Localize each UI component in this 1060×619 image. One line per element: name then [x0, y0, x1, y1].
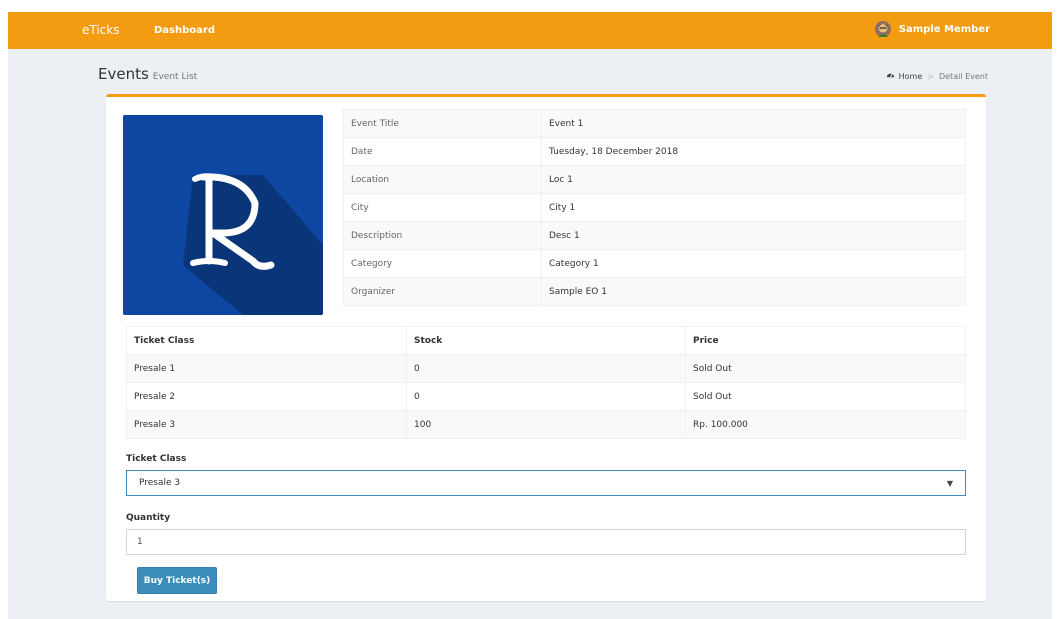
ticket-table: Ticket Class Stock Price Presale 1 0 Sol… — [126, 326, 966, 439]
detail-label: Location — [343, 165, 542, 194]
nav-dashboard-link[interactable]: Dashboard — [154, 25, 215, 36]
detail-value: City 1 — [541, 193, 966, 222]
table-row: Presale 2 0 Sold Out — [126, 382, 966, 411]
top-navbar: eTicks Dashboard Sample Member — [8, 12, 1052, 49]
detail-value: Tuesday, 18 December 2018 — [541, 137, 966, 166]
price-cell: Sold Out — [685, 382, 966, 411]
ticket-class-cell: Presale 3 — [126, 410, 407, 439]
detail-label: Date — [343, 137, 542, 166]
price-cell: Sold Out — [685, 354, 966, 383]
page-title: Events Event List — [98, 65, 197, 83]
event-detail-box: Event Title Event 1 Date Tuesday, 18 Dec… — [106, 94, 986, 601]
user-avatar-icon — [874, 21, 891, 37]
detail-row: Location Loc 1 — [343, 165, 966, 194]
column-header-price: Price — [685, 326, 966, 355]
quantity-input[interactable]: 1 — [126, 529, 966, 555]
stock-cell: 100 — [406, 410, 686, 439]
dashboard-icon — [886, 70, 895, 82]
detail-label: Organizer — [343, 277, 542, 306]
table-row: Presale 3 100 Rp. 100.000 — [126, 410, 966, 439]
detail-row: Event Title Event 1 — [343, 109, 966, 138]
quantity-label: Quantity — [126, 513, 171, 523]
column-header-ticket-class: Ticket Class — [126, 326, 407, 355]
detail-label: Description — [343, 221, 542, 250]
event-image — [123, 115, 323, 315]
ticket-class-select[interactable]: Presale 3 ▼ — [126, 470, 966, 496]
detail-label: City — [343, 193, 542, 222]
detail-row: Category Category 1 — [343, 249, 966, 278]
ticket-class-selected-value: Presale 3 — [139, 478, 181, 488]
detail-row: Organizer Sample EO 1 — [343, 277, 966, 306]
quantity-value: 1 — [137, 537, 143, 547]
user-menu[interactable]: Sample Member — [874, 21, 990, 37]
event-detail-table: Event Title Event 1 Date Tuesday, 18 Dec… — [343, 109, 966, 306]
detail-row: City City 1 — [343, 193, 966, 222]
table-row: Presale 1 0 Sold Out — [126, 354, 966, 383]
ticket-class-cell: Presale 1 — [126, 354, 407, 383]
breadcrumb-home-link[interactable]: Home — [899, 72, 923, 81]
brand-logo[interactable]: eTicks — [82, 23, 119, 37]
detail-value: Desc 1 — [541, 221, 966, 250]
user-name: Sample Member — [898, 23, 990, 35]
chevron-down-icon[interactable]: ▼ — [947, 479, 953, 488]
buy-tickets-button[interactable]: Buy Ticket(s) — [137, 567, 217, 594]
detail-value: Event 1 — [541, 109, 966, 138]
detail-value: Loc 1 — [541, 165, 966, 194]
price-cell: Rp. 100.000 — [685, 410, 966, 439]
stock-cell: 0 — [406, 382, 686, 411]
page-subtitle: Event List — [152, 72, 198, 82]
breadcrumb-current: Detail Event — [938, 71, 988, 81]
detail-value: Category 1 — [541, 249, 966, 278]
ticket-header-row: Ticket Class Stock Price — [126, 326, 966, 355]
app-wrapper: eTicks Dashboard Sample Member Events Eve… — [8, 12, 1052, 619]
breadcrumb-separator: > — [927, 71, 934, 81]
page-title-text: Events — [98, 65, 149, 83]
stock-cell: 0 — [406, 354, 686, 383]
detail-label: Category — [343, 249, 542, 278]
ticket-class-cell: Presale 2 — [126, 382, 407, 411]
detail-row: Description Desc 1 — [343, 221, 966, 250]
detail-value: Sample EO 1 — [541, 277, 966, 306]
breadcrumb: Home > Detail Event — [886, 70, 988, 82]
detail-row: Date Tuesday, 18 December 2018 — [343, 137, 966, 166]
event-logo-r-icon — [123, 115, 323, 315]
ticket-class-label: Ticket Class — [126, 454, 187, 464]
column-header-stock: Stock — [406, 326, 686, 355]
detail-label: Event Title — [343, 109, 542, 138]
